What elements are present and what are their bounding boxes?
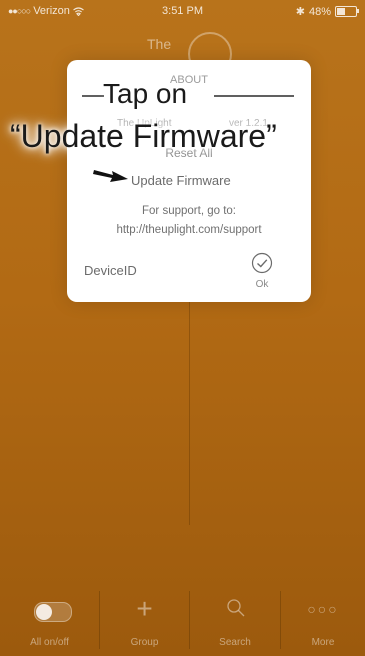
ok-button-label[interactable]: Ok: [251, 279, 273, 290]
checkmark-circle-icon[interactable]: [251, 252, 273, 274]
bluetooth-icon: ✱: [295, 6, 305, 18]
app-logo-text: The: [147, 36, 172, 52]
tab-label: More: [311, 637, 335, 648]
tab-all-on-off[interactable]: All on/off: [0, 583, 99, 656]
tab-bar: All on/off + Group Search ○○○ More: [0, 583, 365, 656]
tab-label: Group: [130, 637, 159, 648]
toggle-knob: [36, 604, 52, 620]
center-divider: [189, 300, 190, 525]
annotation-line-right: [214, 95, 294, 97]
tab-label: All on/off: [30, 637, 69, 648]
battery-percent: 48%: [308, 5, 331, 18]
update-firmware-button[interactable]: Update Firmware: [131, 173, 231, 188]
battery-icon: [335, 6, 359, 17]
tab-more[interactable]: ○○○ More: [281, 583, 365, 656]
plus-icon: +: [136, 593, 153, 624]
more-icon: ○○○: [307, 601, 339, 617]
annotation-line-left: [82, 95, 104, 97]
tab-search[interactable]: Search: [190, 583, 280, 656]
pointer-arrow-icon: [93, 170, 128, 182]
support-link[interactable]: http://theuplight.com/support: [67, 224, 311, 236]
battery-status: ✱ 48%: [295, 5, 359, 18]
support-label: For support, go to:: [142, 205, 236, 217]
annotation-tap-on: Tap on: [103, 78, 188, 109]
toggle-icon[interactable]: [34, 602, 72, 622]
annotation-update-firmware: “Update Firmware”: [10, 118, 277, 154]
status-bar: ●●○○○ Verizon 3:51 PM ✱ 48%: [0, 0, 365, 22]
device-id-button[interactable]: DeviceID: [84, 263, 137, 278]
battery-fill: [337, 8, 345, 15]
search-icon: [227, 599, 245, 617]
tab-group[interactable]: + Group: [100, 583, 189, 656]
tab-label: Search: [219, 637, 251, 648]
